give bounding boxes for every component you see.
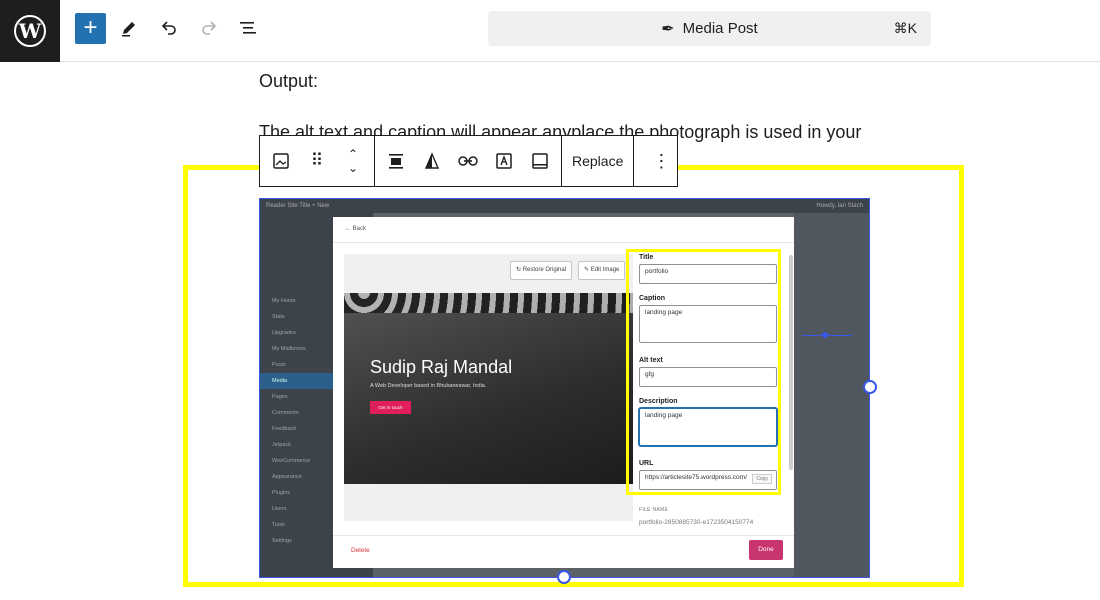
wp-admin-bar: Reader Site Title + New Howdy, Ian Stach: [260, 199, 869, 213]
link-icon[interactable]: [457, 152, 479, 170]
howdy-text: Howdy, Ian Stach: [816, 203, 863, 209]
move-up-icon[interactable]: ⌃: [348, 147, 358, 161]
right-panel: [794, 213, 869, 577]
modal-footer-divider: [333, 535, 794, 536]
back-link: ← Back: [345, 226, 367, 232]
fields-scrollbar: [789, 255, 793, 470]
block-mover-group: ⠿ ⌃ ⌄: [260, 136, 375, 186]
admin-bar-text: Reader Site Title + New: [266, 203, 330, 209]
document-title: Media Post: [682, 20, 758, 37]
redo-icon: [202, 21, 217, 35]
resize-handle-right[interactable]: [863, 380, 877, 394]
undo-icon: [161, 21, 176, 35]
command-shortcut: ⌘K: [893, 20, 917, 36]
pencil-icon: [122, 22, 135, 37]
replace-group: Replace: [562, 136, 635, 186]
feather-icon: ✒: [661, 20, 675, 38]
edit-label: Edit Image: [590, 267, 620, 273]
document-title-bar[interactable]: ✒ Media Post ⌘K: [488, 11, 931, 46]
wordpress-icon: W: [14, 15, 46, 47]
restore-original-button: ↻ Restore Original: [510, 261, 573, 280]
move-arrows[interactable]: ⌃ ⌄: [342, 147, 364, 175]
options-group: ⋮: [634, 136, 688, 186]
delete-link: Delete: [351, 547, 370, 554]
file-name-label: FILE NAME: [639, 507, 669, 513]
image-block-toolbar: ⠿ ⌃ ⌄ Replace ⋮: [259, 135, 678, 187]
list-view-icon: [240, 22, 256, 34]
paragraph-output[interactable]: Output:: [259, 71, 318, 92]
tools-button[interactable]: [113, 12, 145, 44]
slider-knob: [822, 332, 828, 338]
hero-role: A Web Developer based in Bhubaneswar, In…: [370, 383, 487, 389]
image-preview: ↻ Restore Original ✎ Edit Image Sudip Ra…: [344, 254, 633, 521]
format-group: [375, 136, 562, 186]
add-block-button[interactable]: +: [75, 13, 106, 44]
drag-handle-icon[interactable]: ⠿: [306, 151, 328, 171]
align-icon[interactable]: [385, 152, 407, 170]
resize-handle-bottom[interactable]: [557, 570, 571, 584]
undo-button[interactable]: [153, 12, 185, 44]
duotone-icon[interactable]: [421, 152, 443, 170]
image-icon[interactable]: [270, 152, 292, 170]
done-button: Done: [749, 540, 783, 560]
arches-decoration: [344, 293, 633, 313]
editor-top-bar: W + ✒ Media Post ⌘K: [0, 0, 1100, 62]
modal-header-divider: [333, 242, 794, 243]
more-options-icon[interactable]: ⋮: [650, 151, 672, 172]
edit-image-button: ✎ Edit Image: [578, 261, 626, 280]
hero-cta: Get in touch: [370, 401, 411, 414]
wordpress-logo-button[interactable]: W: [0, 0, 60, 62]
portfolio-hero-image: Sudip Raj Mandal A Web Developer based i…: [344, 293, 633, 484]
restore-label: Restore Original: [522, 267, 567, 273]
list-view-button[interactable]: [232, 12, 264, 44]
file-name-value: portfolio-2850885730-e1723504150774: [639, 519, 754, 526]
replace-button[interactable]: Replace: [572, 153, 623, 169]
text-overlay-icon[interactable]: [493, 152, 515, 170]
redo-button[interactable]: [193, 12, 225, 44]
move-down-icon[interactable]: ⌄: [348, 161, 358, 175]
crop-icon[interactable]: [529, 152, 551, 170]
fields-yellow-highlight: [626, 249, 781, 495]
hero-name: Sudip Raj Mandal: [370, 357, 513, 377]
